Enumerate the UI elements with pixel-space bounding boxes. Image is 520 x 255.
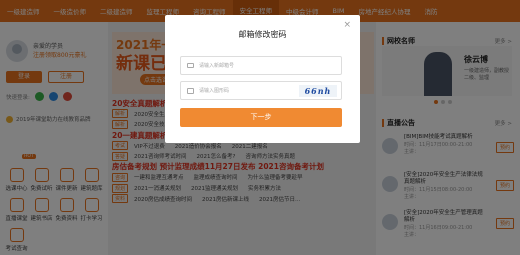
next-step-button[interactable]: 下一步 (180, 108, 342, 127)
email-field[interactable]: 请输入新邮箱号 (180, 56, 342, 75)
captcha-field[interactable]: 请输入图形码 66nh (180, 81, 342, 100)
mail-icon (187, 63, 194, 68)
email-password-modal: 邮箱修改密码 × 请输入新邮箱号 请输入图形码 66nh 下一步 (165, 15, 360, 143)
captcha-placeholder: 请输入图形码 (199, 88, 230, 94)
email-placeholder: 请输入新邮箱号 (199, 63, 235, 69)
captcha-image[interactable]: 66nh (299, 85, 337, 97)
image-icon (187, 87, 194, 94)
modal-title: 邮箱修改密码 (238, 30, 287, 39)
close-button[interactable]: × (343, 20, 351, 30)
